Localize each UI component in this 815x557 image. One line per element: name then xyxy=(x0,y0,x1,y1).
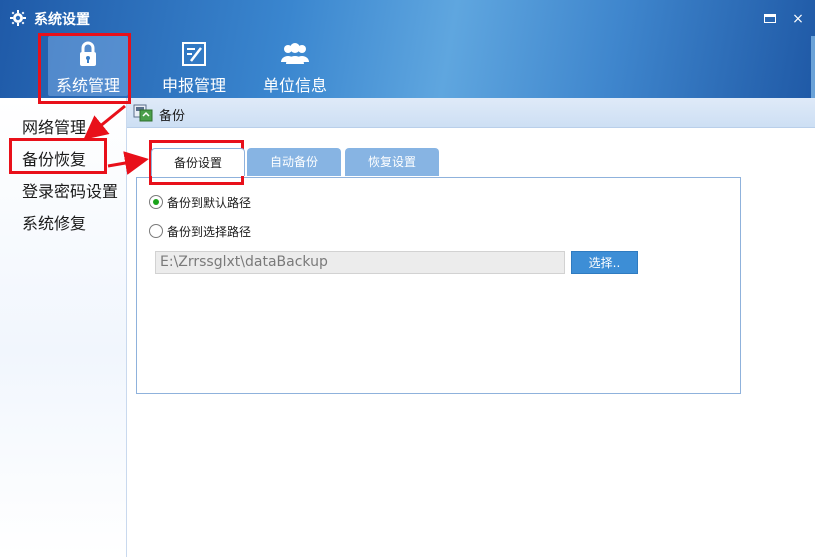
radio-label: 备份到默认路径 xyxy=(167,195,252,210)
nav-label: 单位信息 xyxy=(262,76,327,95)
backup-settings-panel: 备份到默认路径 备份到选择路径 E:\Zrrssglxt\dataBackup … xyxy=(136,177,741,394)
nav-label: 系统管理 xyxy=(55,76,120,95)
restore-icon[interactable] xyxy=(762,11,778,27)
lock-icon xyxy=(80,41,96,66)
sidebar-item-network-management[interactable]: 网络管理 xyxy=(22,114,86,138)
section-title: 备份 xyxy=(159,109,186,124)
tab-backup-settings[interactable]: 备份设置 xyxy=(151,148,245,176)
close-icon[interactable]: × xyxy=(790,11,806,27)
tab-auto-backup[interactable]: 自动备份 xyxy=(247,148,341,176)
tab-restore-settings[interactable]: 恢复设置 xyxy=(345,148,439,176)
backup-icon xyxy=(133,104,153,122)
section-header: 备份 xyxy=(127,98,815,128)
top-nav: 系统管理 申报管理 单位信息 xyxy=(0,36,815,98)
choose-path-button[interactable]: 选择.. xyxy=(571,251,638,274)
edit-icon xyxy=(182,42,206,66)
radio-label: 备份到选择路径 xyxy=(167,224,252,239)
sidebar: 网络管理 备份恢复 登录密码设置 系统修复 xyxy=(0,98,126,557)
radio-button[interactable] xyxy=(149,224,163,238)
radio-custom-path[interactable]: 备份到选择路径 xyxy=(149,222,251,240)
sidebar-item-backup-restore[interactable]: 备份恢复 xyxy=(22,146,86,170)
users-icon xyxy=(281,43,309,64)
radio-button[interactable] xyxy=(149,195,163,209)
window-title: 系统设置 xyxy=(34,12,90,28)
header-banner: 系统设置 × 系统管理 申报管理 单位信息 xyxy=(0,0,815,98)
nav-system-management[interactable]: 系统管理 xyxy=(48,36,128,96)
sidebar-item-login-password[interactable]: 登录密码设置 xyxy=(22,178,118,202)
backup-path-field[interactable]: E:\Zrrssglxt\dataBackup xyxy=(155,251,565,274)
nav-unit-info[interactable]: 单位信息 xyxy=(255,40,335,96)
nav-label: 申报管理 xyxy=(161,76,226,95)
title-bar: 系统设置 × xyxy=(0,0,815,36)
sidebar-item-system-repair[interactable]: 系统修复 xyxy=(22,210,86,234)
gear-icon xyxy=(10,10,26,26)
nav-declaration-management[interactable]: 申报管理 xyxy=(154,40,234,96)
main-content: 备份 备份设置 自动备份 恢复设置 备份到默认路径 备份到选择路径 E:\Zrr… xyxy=(126,98,815,557)
radio-default-path[interactable]: 备份到默认路径 xyxy=(149,193,251,211)
